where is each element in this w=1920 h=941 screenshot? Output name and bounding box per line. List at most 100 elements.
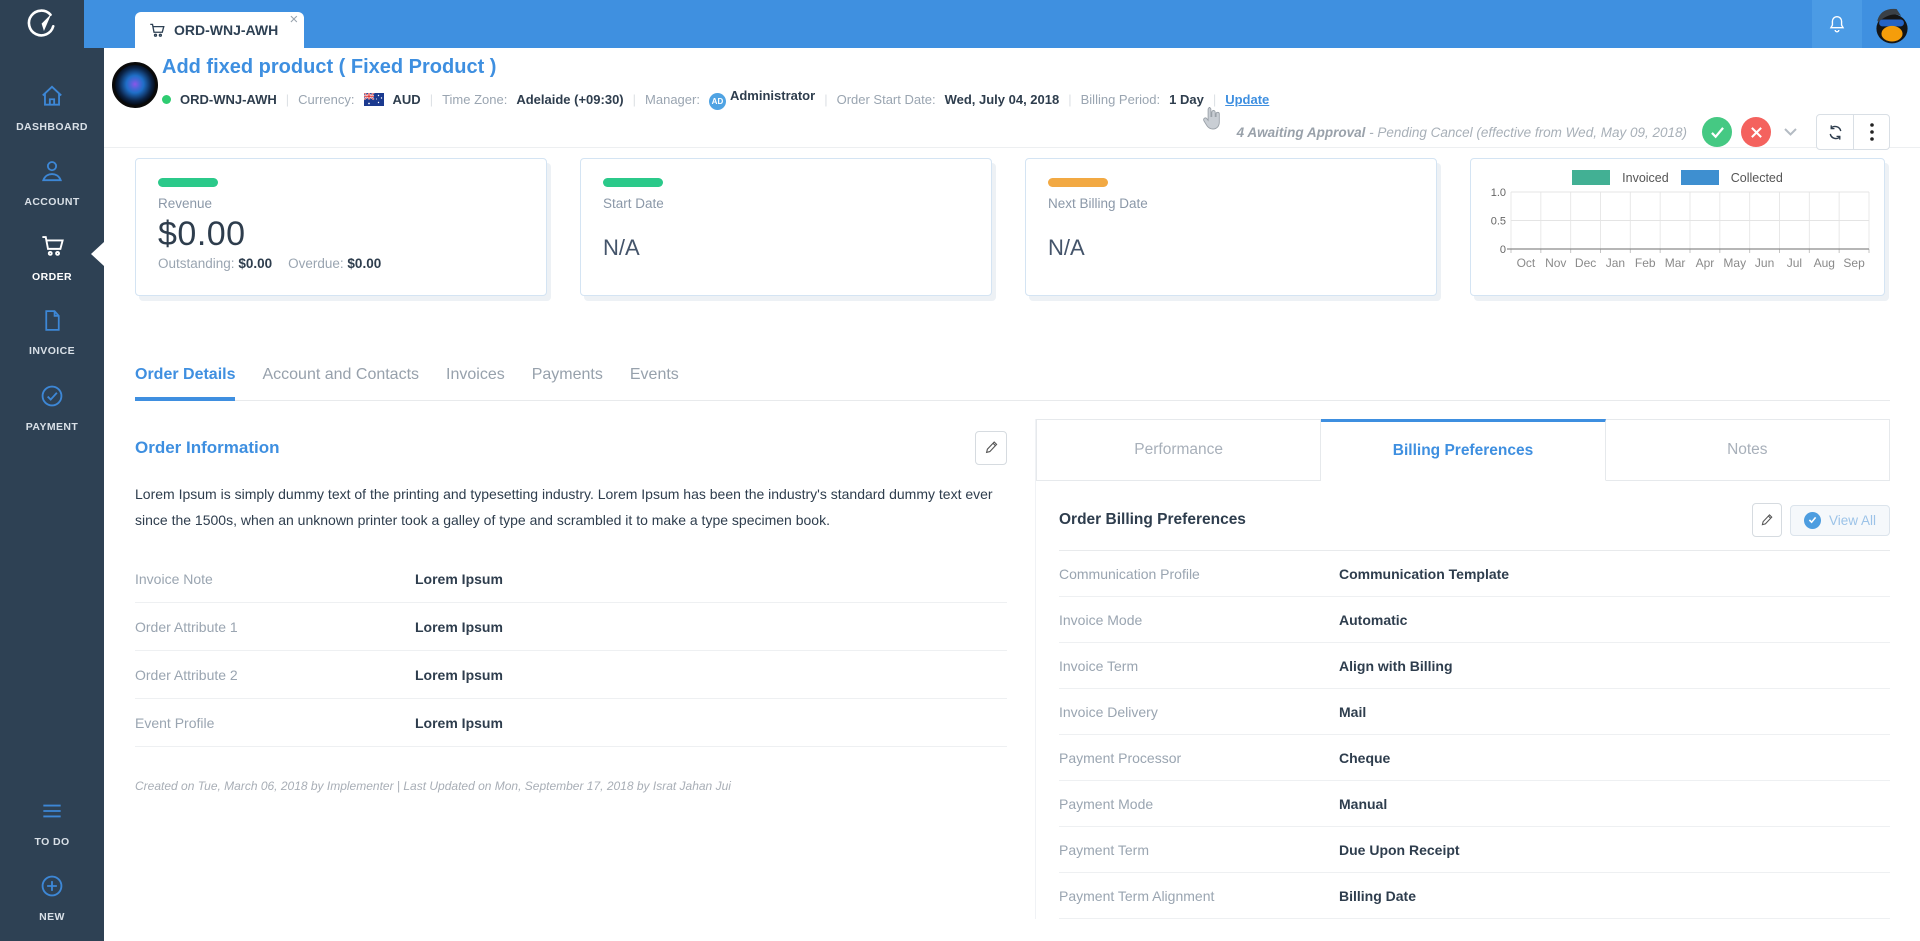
billing-prefs-header: Order Billing Preferences View All (1059, 503, 1890, 551)
tab-order-details[interactable]: Order Details (135, 366, 236, 401)
check-icon (1710, 126, 1724, 138)
summary-cards-row: Revenue $0.00 Outstanding: $0.00 Overdue… (135, 158, 1920, 296)
tab-events[interactable]: Events (630, 366, 679, 401)
field-value: Lorem Ipsum (415, 618, 503, 635)
sidebar-item-invoice[interactable]: INVOICE (0, 295, 104, 370)
close-icon[interactable]: × (289, 12, 298, 28)
svg-text:Aug: Aug (1814, 256, 1835, 270)
start-date-accent-bar (603, 178, 663, 187)
field-label: Payment Processor (1059, 749, 1182, 766)
next-billing-value: N/A (1048, 235, 1085, 260)
billing-panel-body: Order Billing Preferences View All Commu… (1059, 503, 1890, 919)
sidebar-item-new[interactable]: NEW (0, 860, 104, 935)
field-label: Invoice Mode (1059, 611, 1143, 628)
pencil-icon (985, 441, 998, 454)
billing-prefs-rows: Communication Profile Communication Templ… (1059, 551, 1890, 919)
invoiced-collected-chart-card: Invoiced Collected 1.0 0.5 0 Oct Nov Dec Jan Feb… (1470, 158, 1885, 296)
field-value: Align with Billing (1339, 657, 1453, 674)
order-avatar (112, 62, 158, 108)
outstanding: Outstanding: $0.00 (158, 256, 273, 271)
order-details-panel: Order Information Lorem Ipsum is simply … (135, 401, 1007, 793)
separator: | (285, 91, 290, 107)
sidebar-item-label: NEW (39, 910, 65, 923)
field-label: Invoice Delivery (1059, 703, 1158, 720)
update-link[interactable]: Update (1225, 92, 1269, 107)
sidebar-item-todo[interactable]: TO DO (0, 785, 104, 860)
x-icon (1750, 126, 1762, 138)
open-order-tab[interactable]: ORD-WNJ-AWH × (135, 12, 305, 48)
separator: | (1212, 91, 1217, 107)
svg-text:Sep: Sep (1843, 256, 1865, 270)
sidebar-item-label: PAYMENT (25, 420, 79, 433)
field-row: Invoice Delivery Mail (1059, 689, 1890, 735)
field-row: Invoice Note Lorem Ipsum (135, 555, 1007, 603)
edit-billing-prefs-button[interactable] (1751, 503, 1782, 537)
timezone-value: Adelaide (+09:30) (516, 91, 624, 107)
start-date-value: N/A (603, 235, 640, 260)
person-icon (39, 158, 65, 189)
approve-button[interactable] (1702, 117, 1732, 147)
field-value: Billing Date (1339, 887, 1417, 904)
order-meta-row: ORD-WNJ-AWH | Currency: AUD | Time Zone:… (162, 88, 1269, 110)
sidebar-item-account[interactable]: ACCOUNT (0, 145, 104, 220)
next-billing-label: Next Billing Date (1048, 196, 1148, 211)
australia-flag-icon (363, 92, 384, 106)
edit-order-info-button[interactable] (975, 431, 1007, 465)
top-bar: ORD-WNJ-AWH × (0, 0, 1920, 48)
billing-prefs-title: Order Billing Preferences (1059, 511, 1246, 528)
order-description: Lorem Ipsum is simply dummy text of the … (135, 486, 993, 528)
sidebar-item-payment[interactable]: PAYMENT (0, 370, 104, 445)
billing-panel-tabs: Performance Billing Preferences Notes (1036, 419, 1890, 481)
pencil-icon (1762, 513, 1773, 525)
sidebar-bottom: TO DO NEW (0, 785, 104, 941)
order-info-header: Order Information (135, 431, 1007, 465)
svg-text:Jul: Jul (1787, 256, 1802, 270)
tab-account-and-contacts[interactable]: Account and Contacts (262, 366, 419, 401)
field-label: Order Attribute 1 (135, 618, 238, 635)
created-updated-note: Created on Tue, March 06, 2018 by Implem… (135, 779, 731, 793)
start-date-value: Wed, July 04, 2018 (944, 91, 1060, 107)
legend-swatch-invoiced (1572, 170, 1611, 185)
sidebar-item-dashboard[interactable]: DASHBOARD (0, 70, 104, 145)
reject-button[interactable] (1741, 117, 1771, 147)
user-avatar[interactable] (1866, 2, 1918, 48)
field-row: Payment Term Alignment Billing Date (1059, 873, 1890, 919)
svg-text:0: 0 (1500, 244, 1506, 256)
revenue-sub-row: Outstanding: $0.00 Overdue: $0.00 (158, 256, 524, 271)
cart-icon (148, 21, 166, 39)
field-value: Automatic (1339, 611, 1408, 628)
svg-text:Nov: Nov (1545, 256, 1566, 270)
sidebar: DASHBOARD ACCOUNT ORDER INVOICE PAYMENT TO D… (0, 48, 104, 941)
next-billing-accent-bar (1048, 178, 1108, 187)
tab-payments[interactable]: Payments (532, 366, 603, 401)
sidebar-item-order[interactable]: ORDER (0, 220, 104, 295)
panel-tab-notes[interactable]: Notes (1605, 419, 1890, 481)
billing-prefs-actions: View All (1751, 503, 1890, 537)
field-label: Event Profile (135, 714, 215, 731)
chevron-down-icon[interactable] (1784, 128, 1797, 136)
panel-tab-billing-preferences[interactable]: Billing Preferences (1321, 419, 1606, 481)
field-label: Invoice Note (135, 570, 213, 587)
view-all-button[interactable]: View All (1789, 504, 1890, 536)
cart-icon (39, 232, 66, 264)
legend-label: Collected (1730, 170, 1783, 185)
refresh-button[interactable] (1817, 115, 1853, 149)
app-logo[interactable] (0, 0, 84, 48)
mouse-cursor-icon (1202, 106, 1222, 135)
more-options-button[interactable] (1853, 115, 1889, 149)
billing-panel: Performance Billing Preferences Notes Orde… (1035, 419, 1890, 919)
start-date-label: Order Start Date: (836, 91, 936, 107)
field-row: Payment Mode Manual (1059, 781, 1890, 827)
sidebar-nav: DASHBOARD ACCOUNT ORDER INVOICE PAYMENT (0, 70, 104, 445)
tab-invoices[interactable]: Invoices (446, 366, 505, 401)
sidebar-item-label: ORDER (32, 271, 72, 283)
chart-plot: 1.0 0.5 0 Oct Nov Dec Jan Feb Mar Apr May Jun Jul Aug… (1481, 187, 1874, 280)
separator: | (429, 91, 434, 107)
start-date-card: Start Date N/A (580, 158, 992, 296)
legend-label: Invoiced (1622, 170, 1669, 185)
panel-tab-performance[interactable]: Performance (1036, 419, 1322, 481)
content-row: Order Information Lorem Ipsum is simply … (104, 401, 1920, 919)
svg-text:Feb: Feb (1635, 256, 1656, 270)
notifications-button[interactable] (1812, 0, 1862, 48)
field-row: Order Attribute 2 Lorem Ipsum (135, 651, 1007, 699)
